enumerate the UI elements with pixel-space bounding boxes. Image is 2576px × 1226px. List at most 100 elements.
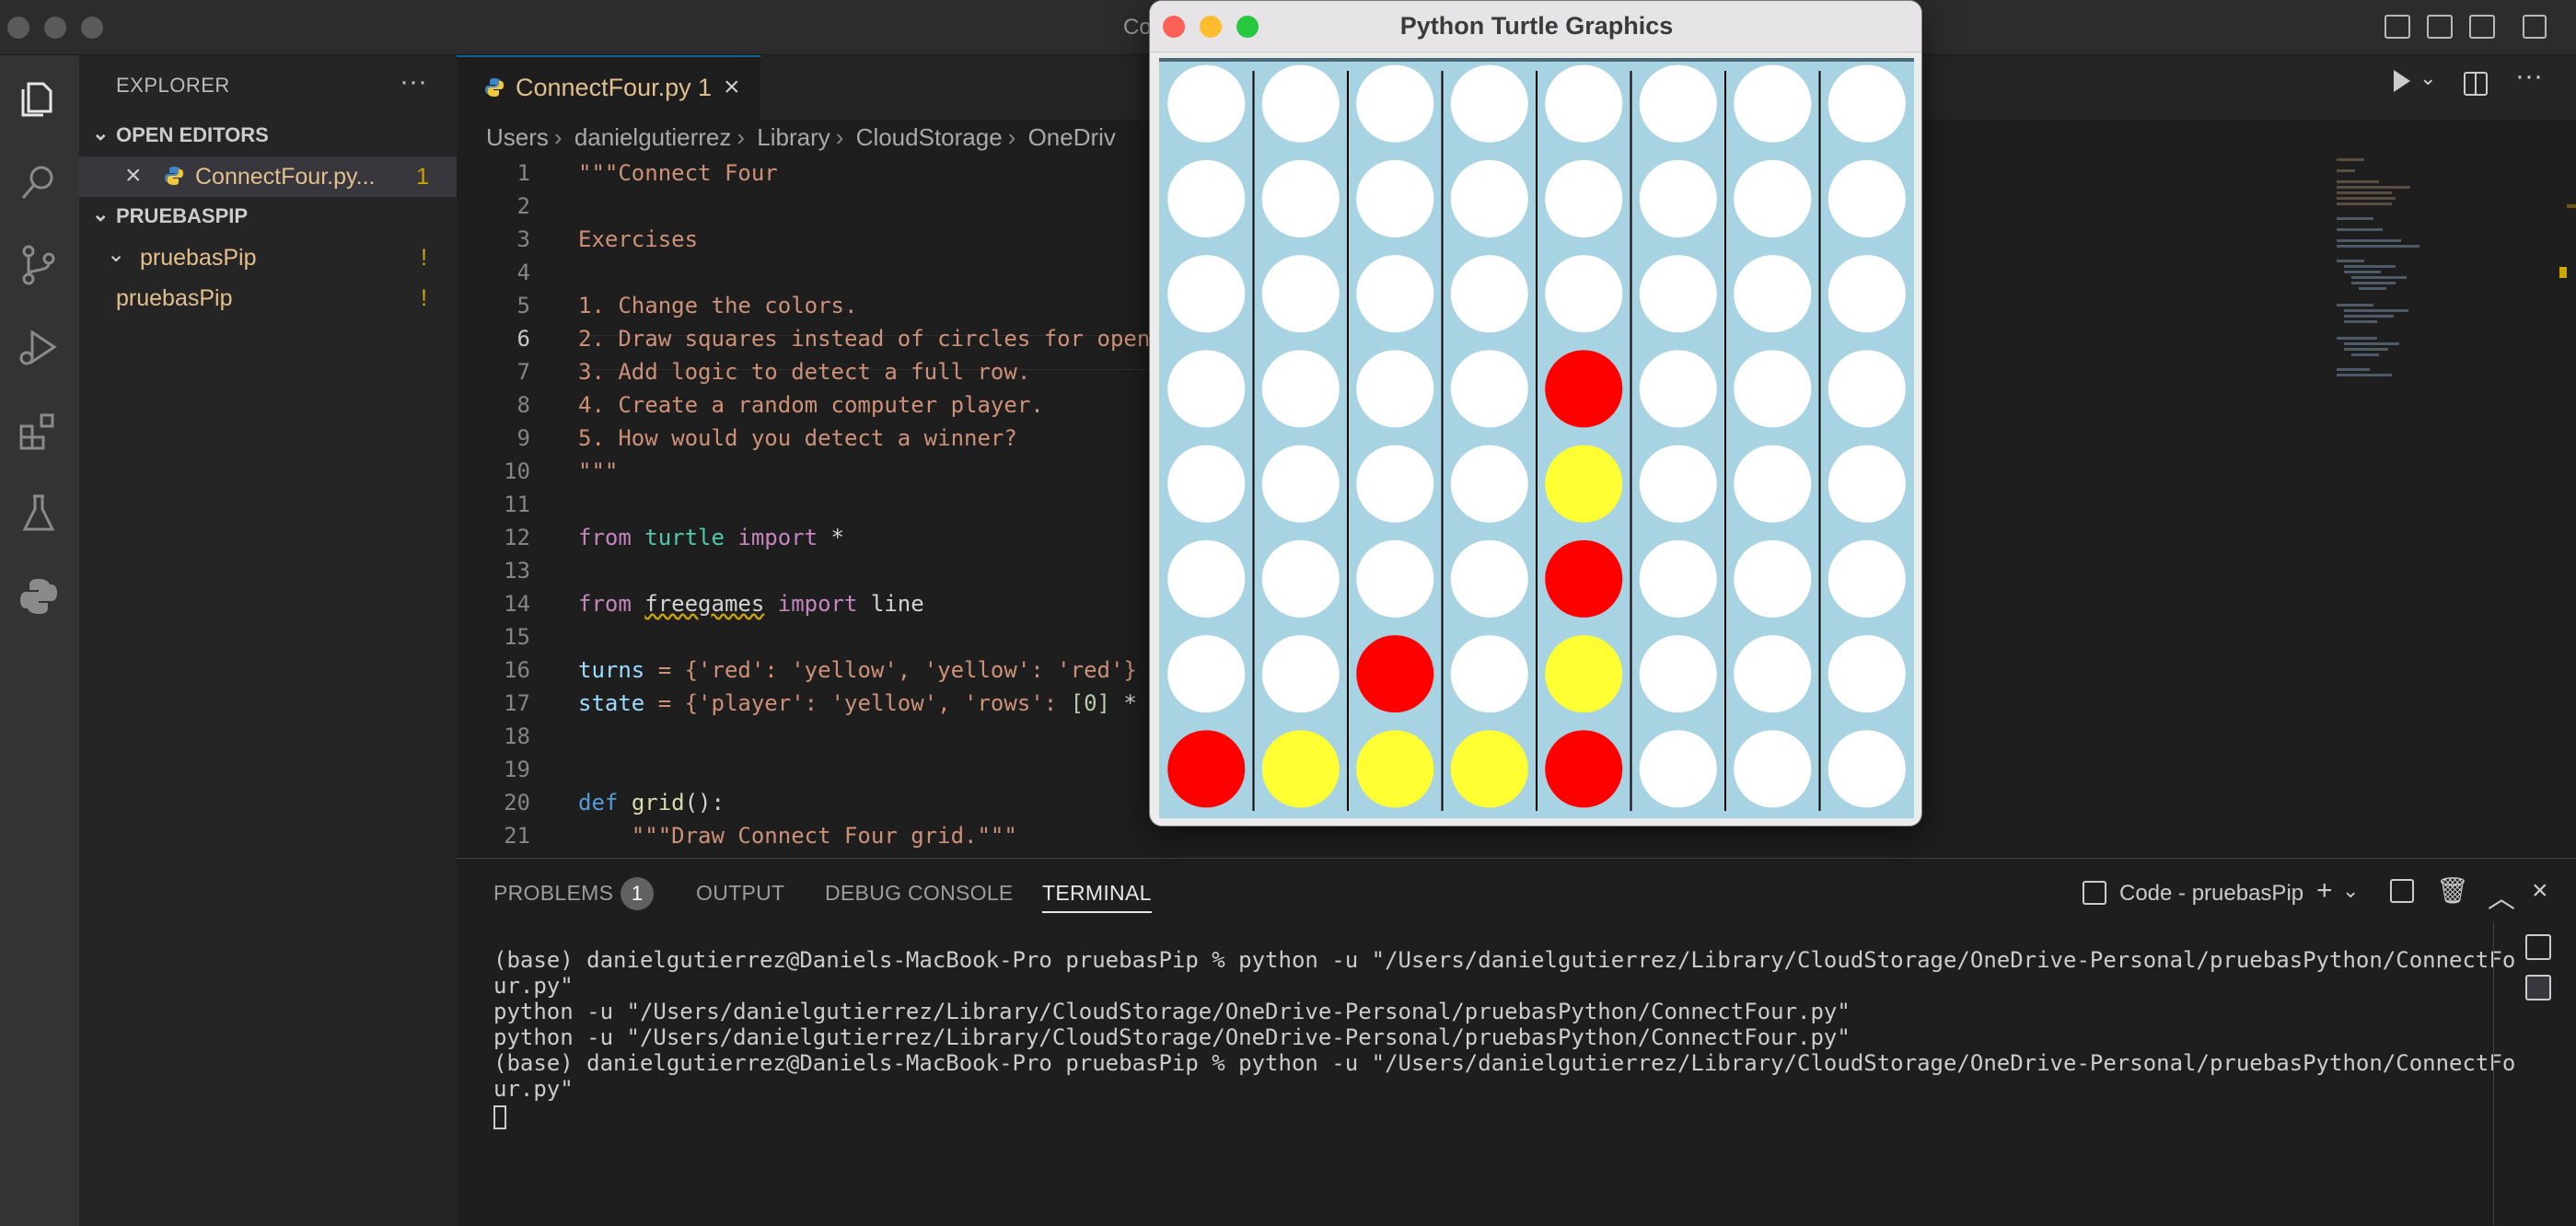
empty-slot[interactable] (1734, 635, 1812, 713)
empty-slot[interactable] (1167, 350, 1246, 428)
tab-output[interactable]: OUTPUT (696, 881, 784, 906)
empty-slot[interactable] (1545, 159, 1623, 237)
red-piece[interactable] (1167, 730, 1246, 808)
tab-debug-console[interactable]: DEBUG CONSOLE (825, 881, 1014, 906)
tab-problems[interactable]: PROBLEMS (493, 881, 613, 906)
yellow-piece[interactable] (1545, 445, 1623, 523)
empty-slot[interactable] (1639, 635, 1717, 713)
yellow-piece[interactable] (1545, 635, 1623, 713)
empty-slot[interactable] (1167, 159, 1246, 237)
red-piece[interactable] (1545, 730, 1623, 808)
open-editor-item[interactable]: × ConnectFour.py... 1 (79, 156, 457, 197)
empty-slot[interactable] (1639, 159, 1717, 237)
empty-slot[interactable] (1639, 350, 1717, 428)
breadcrumb-item[interactable]: OneDriv (1028, 123, 1116, 151)
breadcrumb-item[interactable]: Users (486, 123, 549, 151)
empty-slot[interactable] (1450, 64, 1528, 143)
toggle-primary-sidebar-icon[interactable] (2385, 15, 2410, 39)
empty-slot[interactable] (1356, 539, 1434, 618)
empty-slot[interactable] (1639, 445, 1717, 523)
empty-slot[interactable] (1261, 635, 1340, 713)
breadcrumb-item[interactable]: CloudStorage (856, 123, 1003, 151)
file-item[interactable]: pruebasPip ! (79, 278, 457, 318)
yellow-piece[interactable] (1261, 730, 1340, 808)
chevron-down-icon[interactable]: ⌄ (2342, 879, 2359, 903)
split-editor-icon[interactable] (2464, 72, 2488, 96)
close-panel-icon[interactable]: × (2532, 875, 2548, 907)
empty-slot[interactable] (1734, 255, 1812, 333)
empty-slot[interactable] (1828, 730, 1906, 808)
terminal-instance-icon[interactable] (2525, 934, 2551, 960)
empty-slot[interactable] (1734, 159, 1812, 237)
red-piece[interactable] (1545, 539, 1623, 618)
chevron-down-icon[interactable]: ⌄ (2419, 66, 2436, 90)
more-actions-icon[interactable]: ··· (2515, 61, 2543, 92)
connect-four-board[interactable] (1159, 58, 1914, 818)
source-control-icon[interactable] (13, 239, 64, 291)
empty-slot[interactable] (1639, 255, 1717, 333)
empty-slot[interactable] (1734, 445, 1812, 523)
empty-slot[interactable] (1261, 255, 1340, 333)
customize-layout-icon[interactable] (2523, 15, 2547, 39)
minimap[interactable] (2327, 156, 2567, 852)
empty-slot[interactable] (1828, 445, 1906, 523)
empty-slot[interactable] (1639, 539, 1717, 618)
empty-slot[interactable] (1261, 445, 1340, 523)
empty-slot[interactable] (1828, 350, 1906, 428)
empty-slot[interactable] (1734, 64, 1812, 143)
red-piece[interactable] (1545, 350, 1623, 428)
empty-slot[interactable] (1828, 64, 1906, 143)
toggle-panel-icon[interactable] (2427, 15, 2453, 39)
empty-slot[interactable] (1356, 445, 1434, 523)
trash-icon[interactable]: 🗑 (2436, 875, 2469, 906)
empty-slot[interactable] (1545, 64, 1623, 143)
run-debug-icon[interactable] (13, 322, 64, 374)
empty-slot[interactable] (1639, 64, 1717, 143)
empty-slot[interactable] (1450, 350, 1528, 428)
tab-terminal[interactable]: TERMINAL (1042, 881, 1152, 913)
empty-slot[interactable] (1450, 255, 1528, 333)
minimize-window-button[interactable] (44, 17, 66, 39)
empty-slot[interactable] (1450, 539, 1528, 618)
testing-flask-icon[interactable] (13, 488, 64, 539)
empty-slot[interactable] (1167, 635, 1246, 713)
empty-slot[interactable] (1356, 159, 1434, 237)
more-actions-icon[interactable]: ··· (400, 66, 427, 98)
breadcrumb-item[interactable]: Library (757, 123, 830, 151)
empty-slot[interactable] (1639, 730, 1717, 808)
empty-slot[interactable] (1261, 159, 1340, 237)
split-terminal-icon[interactable] (2390, 879, 2414, 903)
empty-slot[interactable] (1261, 64, 1340, 143)
empty-slot[interactable] (1356, 350, 1434, 428)
empty-slot[interactable] (1450, 635, 1528, 713)
folder-item[interactable]: ⌄ pruebasPip ! (79, 237, 457, 278)
empty-slot[interactable] (1828, 255, 1906, 333)
close-icon[interactable]: × (125, 160, 142, 191)
empty-slot[interactable] (1734, 730, 1812, 808)
empty-slot[interactable] (1734, 539, 1812, 618)
empty-slot[interactable] (1356, 64, 1434, 143)
breadcrumb-item[interactable]: danielgutierrez (574, 123, 732, 151)
empty-slot[interactable] (1167, 539, 1246, 618)
empty-slot[interactable] (1261, 539, 1340, 618)
empty-slot[interactable] (1450, 159, 1528, 237)
extensions-icon[interactable] (13, 405, 64, 457)
close-window-button[interactable] (7, 17, 29, 39)
empty-slot[interactable] (1450, 445, 1528, 523)
yellow-piece[interactable] (1356, 730, 1434, 808)
search-icon[interactable] (13, 156, 64, 208)
new-terminal-icon[interactable]: + (2316, 875, 2333, 907)
red-piece[interactable] (1356, 635, 1434, 713)
empty-slot[interactable] (1828, 635, 1906, 713)
empty-slot[interactable] (1828, 159, 1906, 237)
python-icon[interactable] (13, 571, 64, 622)
empty-slot[interactable] (1734, 350, 1812, 428)
module-name-warning[interactable]: freegames (644, 591, 764, 617)
toggle-secondary-sidebar-icon[interactable] (2469, 15, 2495, 39)
zoom-window-button[interactable] (81, 17, 103, 39)
empty-slot[interactable] (1545, 255, 1623, 333)
empty-slot[interactable] (1167, 255, 1246, 333)
maximize-panel-icon[interactable]: ︿ (2488, 875, 2515, 916)
empty-slot[interactable] (1356, 255, 1434, 333)
run-icon[interactable] (2394, 70, 2410, 92)
